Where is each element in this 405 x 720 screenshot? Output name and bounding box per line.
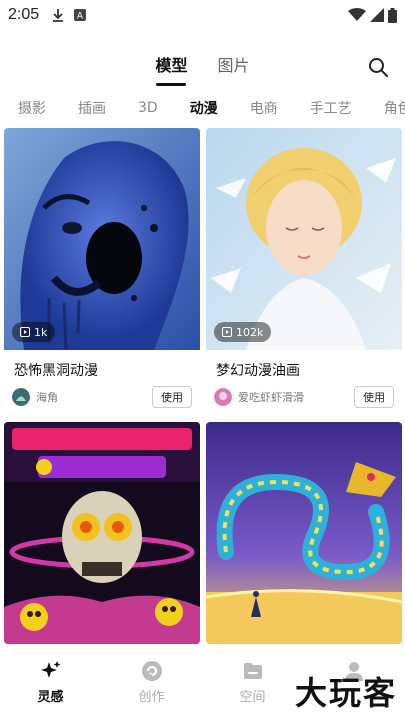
category-ecommerce[interactable]: 电商 [232,98,292,118]
top-tabs: 模型 图片 [0,50,405,86]
sparkle-icon [40,661,60,678]
status-right-icons [348,7,397,23]
card-image[interactable] [206,422,402,644]
card-title: 梦幻动漫油画 [216,363,300,379]
category-character[interactable]: 角色 [366,98,405,118]
status-bar: 2:05 A [0,0,405,30]
nav-create[interactable]: 创作 [101,646,202,720]
watermark-logo: 大玩客 [294,674,397,712]
card-image[interactable] [4,422,200,644]
category-photography[interactable]: 摄影 [0,98,60,118]
view-count: 1k [34,325,48,339]
category-handicraft[interactable]: 手工艺 [292,98,366,118]
nav-space[interactable]: 空间 [202,646,303,720]
view-count-badge: 102k [214,322,272,342]
view-count-badge: 1k [12,322,56,342]
battery-icon [388,7,397,23]
model-card[interactable] [4,422,200,644]
avatar[interactable] [214,388,232,406]
signal-icon [370,8,384,22]
nav-label: 创作 [138,690,165,705]
notification-icon: A [73,7,87,23]
use-button[interactable]: 使用 [354,386,394,408]
download-icon [51,7,65,23]
nav-inspiration[interactable]: 灵感 [0,646,101,720]
create-icon [141,661,162,681]
author-name[interactable]: 海角 [36,389,152,405]
category-illustration[interactable]: 插画 [60,98,120,118]
nav-label: 灵感 [37,690,64,705]
use-button[interactable]: 使用 [152,386,192,408]
wifi-icon [348,8,366,21]
author-name[interactable]: 爱吃虾虾滑滑 [238,389,354,405]
category-row: 摄影 插画 3D 动漫 电商 手工艺 角色 [0,94,405,122]
card-meta: 海角 使用 [12,386,192,408]
play-icon [222,327,232,337]
play-icon [20,327,30,337]
model-card[interactable]: 102k 梦幻动漫油画 爱吃虾虾滑滑 使用 [206,128,402,408]
nav-label: 空间 [239,690,266,705]
card-title: 恐怖黑洞动漫 [14,363,98,379]
folder-icon [243,663,262,679]
model-card[interactable] [206,422,402,644]
tab-images[interactable]: 图片 [218,50,250,86]
view-count: 102k [236,325,264,339]
model-card[interactable]: 1k 恐怖黑洞动漫 海角 使用 [4,128,200,408]
category-anime[interactable]: 动漫 [172,98,232,118]
avatar[interactable] [12,388,30,406]
card-image[interactable]: 102k [206,128,402,350]
tab-models[interactable]: 模型 [155,50,188,86]
svg-text:A: A [77,12,84,22]
card-image[interactable]: 1k [4,128,200,350]
status-time: 2:05 [8,6,40,23]
search-icon[interactable] [367,56,389,78]
category-3d[interactable]: 3D [120,100,172,116]
card-meta: 爱吃虾虾滑滑 使用 [214,386,394,408]
